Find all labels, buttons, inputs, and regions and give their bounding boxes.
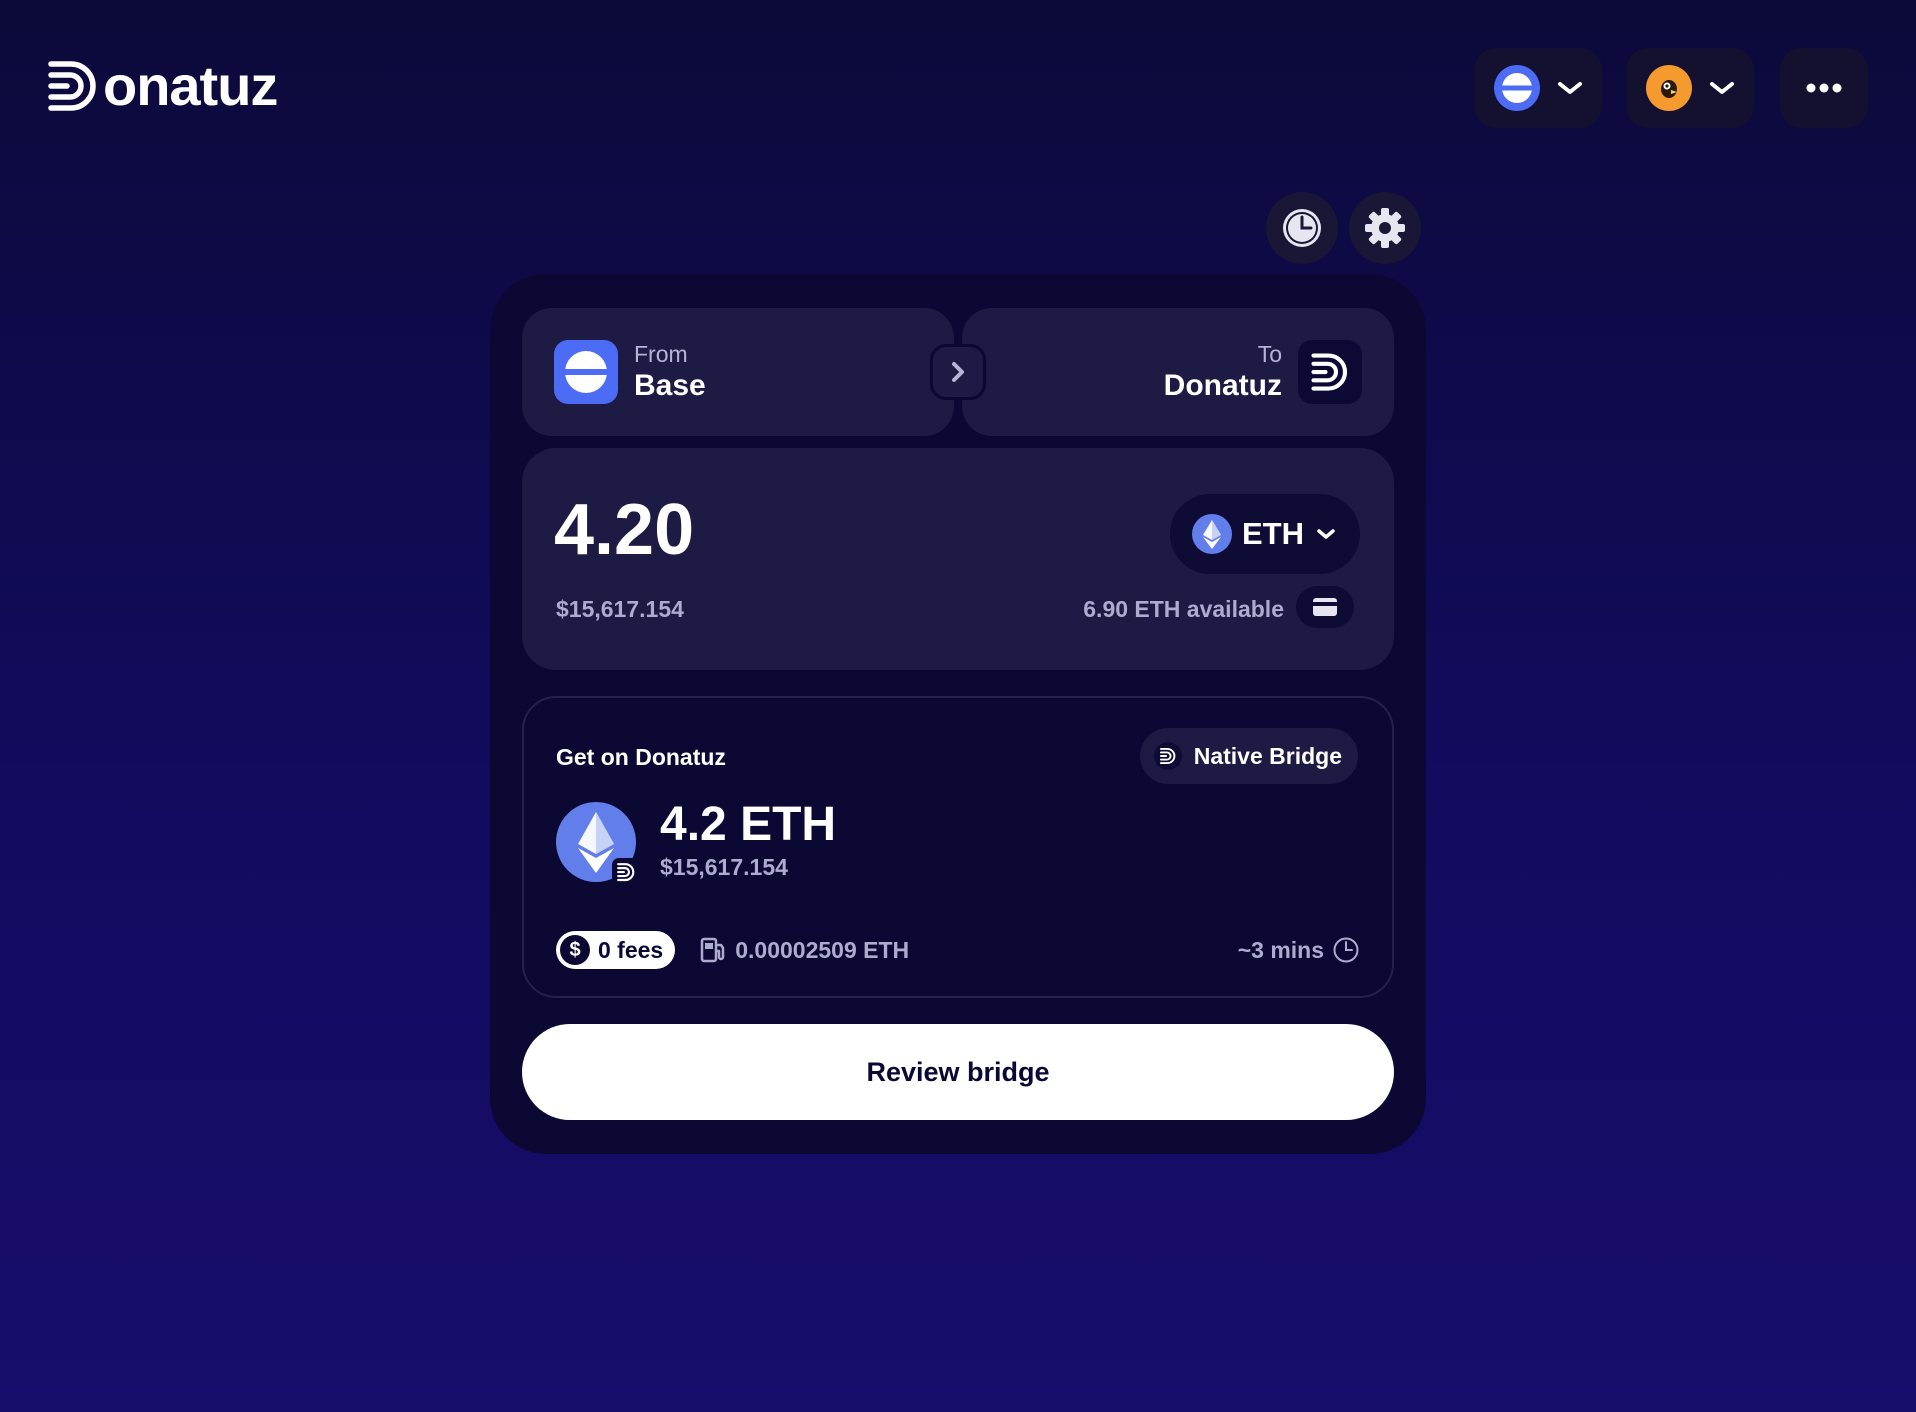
- chevron-down-icon: [1317, 529, 1335, 539]
- settings-button[interactable]: [1349, 192, 1421, 264]
- token-selector[interactable]: ETH: [1170, 494, 1360, 574]
- gas-pump-icon: [700, 937, 725, 963]
- base-network-icon: [1494, 65, 1540, 111]
- brand-logo[interactable]: onatuz: [45, 54, 278, 117]
- avatar: [1646, 65, 1692, 111]
- to-label: To: [1257, 341, 1282, 367]
- amount-panel: $15,617.154 ETH 6.90 ETH available: [522, 448, 1394, 670]
- amount-input[interactable]: [554, 490, 974, 570]
- fee-row: $ 0 fees 0.00002509 ETH ~3 mins: [556, 930, 1360, 970]
- review-bridge-button[interactable]: Review bridge: [522, 1024, 1394, 1120]
- receive-usd-value: $15,617.154: [660, 854, 788, 880]
- from-label: From: [634, 341, 688, 367]
- dollar-icon: $: [560, 935, 590, 965]
- from-chain-name: Base: [634, 369, 706, 402]
- gas-estimate: 0.00002509 ETH: [699, 936, 909, 964]
- swap-direction-button[interactable]: [930, 344, 986, 400]
- gear-icon: [1365, 208, 1405, 248]
- clock-icon: [1283, 209, 1321, 247]
- donatuz-route-icon: [1153, 742, 1182, 770]
- eta-text: ~3 mins: [1237, 936, 1324, 963]
- base-chain-icon: [554, 340, 618, 404]
- route-name: Native Bridge: [1193, 742, 1342, 769]
- receive-summary: Get on Donatuz Native Bridge 4.2 ETH $15…: [522, 696, 1394, 998]
- history-button[interactable]: [1266, 192, 1338, 264]
- chevron-down-icon: [1558, 82, 1582, 94]
- fees-text: 0 fees: [598, 936, 664, 963]
- from-chain-selector[interactable]: From Base: [522, 308, 954, 436]
- eth-icon: [1192, 514, 1232, 554]
- fees-badge: $ 0 fees: [556, 931, 676, 969]
- to-chain-selector[interactable]: To Donatuz: [962, 308, 1394, 436]
- receive-title: Get on Donatuz: [556, 744, 726, 770]
- amount-usd-value: $15,617.154: [556, 596, 684, 622]
- bridge-card: From Base To Donatuz $15,617.154: [490, 274, 1426, 1154]
- receive-amount: 4.2 ETH: [660, 798, 837, 851]
- network-selector[interactable]: [1474, 48, 1602, 128]
- gas-fee-value: 0.00002509 ETH: [735, 936, 910, 963]
- max-balance-button[interactable]: [1296, 586, 1354, 628]
- donatuz-chain-icon: [1298, 340, 1362, 404]
- token-symbol: ETH: [1242, 516, 1304, 551]
- to-chain-name: Donatuz: [1163, 369, 1282, 402]
- brand-name: onatuz: [103, 54, 278, 117]
- donatuz-logo-icon: [48, 61, 96, 111]
- wallet-icon: [1313, 598, 1337, 616]
- account-selector[interactable]: [1626, 48, 1754, 128]
- available-balance: 6.90 ETH available: [1083, 596, 1284, 622]
- chevron-down-icon: [1710, 82, 1734, 94]
- clock-icon: [1333, 937, 1359, 963]
- chevron-right-icon: [952, 362, 964, 382]
- more-menu-button[interactable]: [1780, 48, 1868, 128]
- eth-on-donatuz-icon: [556, 802, 640, 886]
- route-badge[interactable]: Native Bridge: [1139, 728, 1358, 784]
- eta: ~3 mins: [1238, 936, 1360, 964]
- more-icon: [1806, 83, 1842, 93]
